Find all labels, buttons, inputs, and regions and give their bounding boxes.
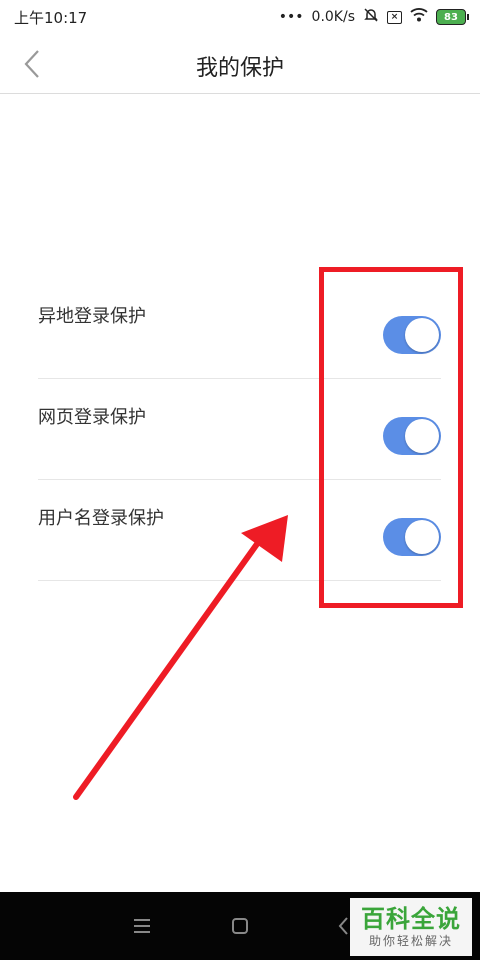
menu-icon xyxy=(134,919,150,933)
page-title: 我的保护 xyxy=(195,56,284,81)
home-button[interactable] xyxy=(228,914,252,938)
status-icons: ••• 0.0K/s × 83 xyxy=(278,7,469,27)
network-speed: 0.0K/s xyxy=(311,9,355,25)
header-bar: 我的保护 xyxy=(0,34,480,94)
watermark-title: 百科全说 xyxy=(361,905,461,933)
watermark-logo: 百科全说 助你轻松解决 xyxy=(350,898,472,956)
recent-apps-button[interactable] xyxy=(130,914,154,938)
square-home-icon xyxy=(232,918,248,934)
setting-label: 网页登录保护 xyxy=(38,407,146,428)
sim-card-icon: × xyxy=(387,10,402,24)
more-dots-icon: ••• xyxy=(278,9,304,25)
status-time: 上午10:17 xyxy=(14,8,88,27)
battery-level: 83 xyxy=(444,11,458,23)
battery-icon: 83 xyxy=(436,9,469,25)
setting-label: 异地登录保护 xyxy=(38,306,146,327)
watermark-subtitle: 助你轻松解决 xyxy=(368,934,453,948)
setting-label: 用户名登录保护 xyxy=(38,508,164,529)
bell-muted-icon xyxy=(363,7,379,27)
status-bar: 上午10:17 ••• 0.0K/s × 83 xyxy=(0,0,480,34)
annotation-highlight-box xyxy=(319,267,463,608)
wifi-icon xyxy=(410,8,428,26)
